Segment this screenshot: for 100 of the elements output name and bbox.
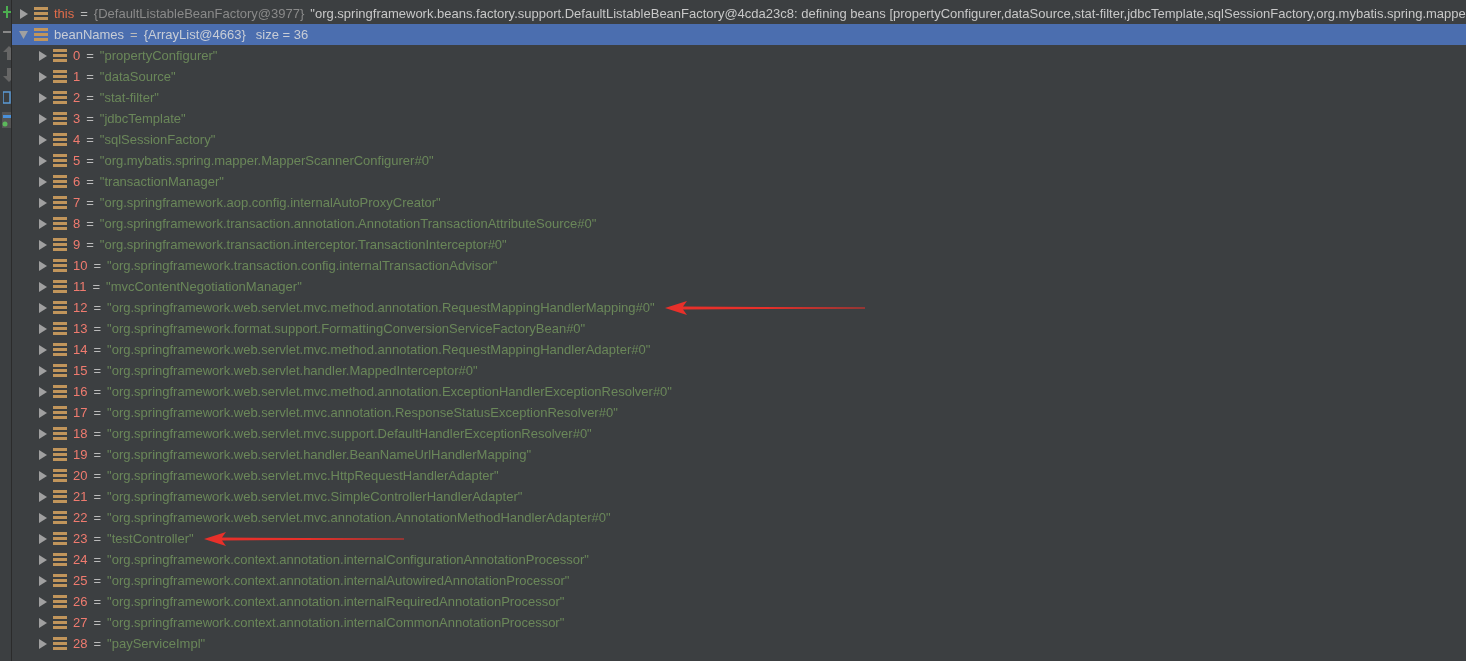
list-element-row[interactable]: 0 = "propertyConfigurer" (12, 45, 1466, 66)
list-element-row[interactable]: 21 = "org.springframework.web.servlet.mvc.SimpleControllerHandlerAdapter" (12, 486, 1466, 507)
expand-triangle-icon[interactable] (38, 365, 47, 376)
element-index: 2 (73, 88, 81, 107)
expand-triangle-icon[interactable] (38, 512, 47, 523)
list-element-row[interactable]: 25 = "org.springframework.context.annotation.internalAutowiredAnnotationProcessor" (12, 570, 1466, 591)
equals-sign: = (93, 592, 102, 611)
expand-triangle-icon[interactable] (38, 260, 47, 271)
list-element-row[interactable]: 13 = "org.springframework.format.support.FormattingConversionServiceFactoryBean#0" (12, 318, 1466, 339)
expand-triangle-icon[interactable] (38, 386, 47, 397)
expand-triangle-icon[interactable] (38, 302, 47, 313)
expand-triangle-icon[interactable] (38, 92, 47, 103)
copy-icon[interactable] (3, 90, 11, 104)
list-element-row[interactable]: 8 = "org.springframework.transaction.annotation.AnnotationTransactionAttributeSource#0" (12, 213, 1466, 234)
element-index: 18 (73, 424, 88, 443)
expand-triangle-icon[interactable] (38, 617, 47, 628)
element-index: 12 (73, 298, 88, 317)
list-element-row[interactable]: 19 = "org.springframework.web.servlet.handler.BeanNameUrlHandlerMapping" (12, 444, 1466, 465)
expand-triangle-icon[interactable] (38, 407, 47, 418)
expand-triangle-icon[interactable] (38, 50, 47, 61)
element-index: 1 (73, 67, 81, 86)
expand-triangle-icon[interactable] (38, 71, 47, 82)
equals-sign: = (93, 508, 102, 527)
list-element-row[interactable]: 18 = "org.springframework.web.servlet.mvc.support.DefaultHandlerExceptionResolver#0" (12, 423, 1466, 444)
variable-row[interactable]: beanNames = {ArrayList@4663} size = 36 (12, 24, 1466, 45)
expand-triangle-icon[interactable] (38, 638, 47, 649)
list-element-row[interactable]: 20 = "org.springframework.web.servlet.mvc.HttpRequestHandlerAdapter" (12, 465, 1466, 486)
list-element-row[interactable]: 11 = "mvcContentNegotiationManager" (12, 276, 1466, 297)
list-element-row[interactable]: 10 = "org.springframework.transaction.config.internalTransactionAdvisor" (12, 255, 1466, 276)
list-element-row[interactable]: 6 = "transactionManager" (12, 171, 1466, 192)
element-index: 24 (73, 550, 88, 569)
expand-triangle-icon[interactable] (38, 596, 47, 607)
string-value: "org.springframework.context.annotation.internalCommonAnnotationProcessor" (107, 613, 565, 632)
string-value: "propertyConfigurer" (99, 46, 218, 65)
string-value: "org.springframework.context.annotation.internalRequiredAnnotationProcessor" (107, 592, 565, 611)
expand-triangle-icon[interactable] (38, 176, 47, 187)
equals-sign: = (93, 403, 102, 422)
expand-triangle-icon[interactable] (38, 239, 47, 250)
expand-triangle-icon[interactable] (38, 449, 47, 460)
list-element-row[interactable]: 15 = "org.springframework.web.servlet.handler.MappedInterceptor#0" (12, 360, 1466, 381)
list-element-row[interactable]: 17 = "org.springframework.web.servlet.mvc.annotation.ResponseStatusExceptionResolver#0" (12, 402, 1466, 423)
list-element-row[interactable]: 12 = "org.springframework.web.servlet.mvc.method.annotation.RequestMappingHandlerMapping#0" (12, 297, 1466, 318)
string-value: "org.springframework.aop.config.internalAutoProxyCreator" (99, 193, 441, 212)
equals-sign: = (93, 571, 102, 590)
string-value: "transactionManager" (99, 172, 224, 191)
expand-triangle-icon[interactable] (38, 323, 47, 334)
expand-triangle-icon[interactable] (38, 491, 47, 502)
watch-icon[interactable] (2, 112, 11, 128)
equals-sign: = (86, 193, 94, 212)
expand-triangle-icon[interactable] (38, 134, 47, 145)
expand-triangle-icon[interactable] (38, 533, 47, 544)
element-index: 15 (73, 361, 88, 380)
equals-sign: = (93, 445, 102, 464)
equals-sign: = (93, 340, 102, 359)
list-element-row[interactable]: 16 = "org.springframework.web.servlet.mvc.method.annotation.ExceptionHandlerExceptionResolver#0" (12, 381, 1466, 402)
list-element-row[interactable]: 9 = "org.springframework.transaction.interceptor.TransactionInterceptor#0" (12, 234, 1466, 255)
list-element-row[interactable]: 14 = "org.springframework.web.servlet.mvc.method.annotation.RequestMappingHandlerAdapter#0" (12, 339, 1466, 360)
field-stripes-icon (53, 343, 67, 356)
expand-triangle-icon[interactable] (38, 554, 47, 565)
equals-sign: = (86, 67, 94, 86)
element-index: 7 (73, 193, 81, 212)
expand-triangle-icon[interactable] (38, 155, 47, 166)
field-stripes-icon (53, 259, 67, 272)
expand-triangle-icon[interactable] (38, 113, 47, 124)
list-element-row[interactable]: 7 = "org.springframework.aop.config.internalAutoProxyCreator" (12, 192, 1466, 213)
string-value: "org.springframework.web.servlet.handler.MappedInterceptor#0" (107, 361, 478, 380)
equals-sign: = (80, 4, 88, 23)
equals-sign: = (93, 487, 102, 506)
expand-triangle-icon[interactable] (38, 428, 47, 439)
equals-sign: = (93, 382, 102, 401)
list-element-row[interactable]: 2 = "stat-filter" (12, 87, 1466, 108)
expand-triangle-icon[interactable] (38, 344, 47, 355)
expand-triangle-icon[interactable] (38, 281, 47, 292)
string-value: "testController" (107, 529, 194, 548)
field-stripes-icon (53, 196, 67, 209)
list-element-row[interactable]: 22 = "org.springframework.web.servlet.mvc.annotation.AnnotationMethodHandlerAdapter#0" (12, 507, 1466, 528)
list-element-row[interactable]: 27 = "org.springframework.context.annotation.internalCommonAnnotationProcessor" (12, 612, 1466, 633)
field-stripes-icon (53, 238, 67, 251)
list-element-row[interactable]: 5 = "org.mybatis.spring.mapper.MapperScannerConfigurer#0" (12, 150, 1466, 171)
list-element-row[interactable]: 1 = "dataSource" (12, 66, 1466, 87)
list-element-row[interactable]: 28 = "payServiceImpl" (12, 633, 1466, 654)
element-index: 13 (73, 319, 88, 338)
field-stripes-icon (53, 574, 67, 587)
string-value: "jdbcTemplate" (99, 109, 186, 128)
list-element-row[interactable]: 23 = "testController" (12, 528, 1466, 549)
list-element-row[interactable]: 3 = "jdbcTemplate" (12, 108, 1466, 129)
list-element-row[interactable]: 26 = "org.springframework.context.annotation.internalRequiredAnnotationProcessor" (12, 591, 1466, 612)
list-element-row[interactable]: 24 = "org.springframework.context.annotation.internalConfigurationAnnotationProcessor" (12, 549, 1466, 570)
expand-triangle-icon[interactable] (38, 197, 47, 208)
equals-sign: = (93, 550, 102, 569)
expand-triangle-icon[interactable] (38, 470, 47, 481)
expand-triangle-icon[interactable] (38, 575, 47, 586)
plus-icon[interactable] (3, 6, 11, 18)
expand-triangle-icon[interactable] (19, 8, 28, 19)
list-element-row[interactable]: 4 = "sqlSessionFactory" (12, 129, 1466, 150)
expand-triangle-icon[interactable] (38, 218, 47, 229)
element-index: 5 (73, 151, 81, 170)
field-stripes-icon (53, 616, 67, 629)
string-value: "org.springframework.web.servlet.mvc.support.DefaultHandlerExceptionResolver#0" (107, 424, 592, 443)
string-value: "org.springframework.web.servlet.mvc.annotation.ResponseStatusExceptionResolver#0" (107, 403, 618, 422)
